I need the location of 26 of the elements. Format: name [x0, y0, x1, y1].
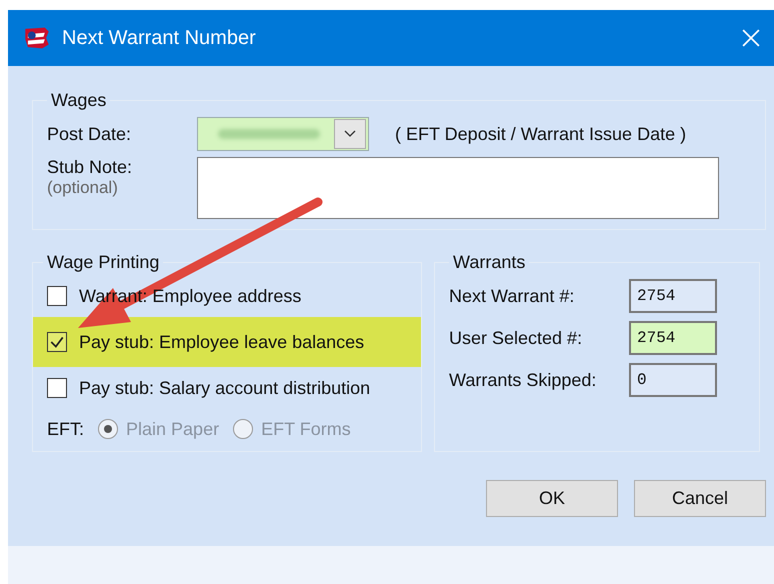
group-title: Wages [50, 90, 108, 111]
field-label: Next Warrant #: [449, 286, 576, 306]
optional-note: (optional) [47, 178, 119, 198]
cancel-button[interactable]: Cancel [634, 480, 766, 517]
number-field[interactable]: 2754 [629, 321, 717, 355]
field-label: User Selected #: [449, 328, 584, 348]
eft-label: EFT: [47, 418, 84, 440]
field-label: Warrants Skipped: [449, 370, 598, 390]
number-field[interactable]: 2754 [629, 279, 717, 313]
stub-note-field[interactable] [197, 157, 719, 219]
group-title: Wage Printing [46, 252, 160, 273]
option-label: Pay stub: Employee leave balances [79, 332, 364, 352]
flag-icon [24, 26, 50, 50]
checkbox[interactable] [47, 378, 67, 398]
close-icon[interactable] [742, 29, 760, 47]
option-label: Pay stub: Salary account distribution [79, 378, 370, 398]
checkbox[interactable] [47, 332, 67, 352]
caret-icon [344, 130, 356, 138]
checkbox[interactable] [47, 286, 67, 306]
hint-text: ( EFT Deposit / Warrant Issue Date ) [395, 124, 686, 144]
ok-button[interactable]: OK [486, 480, 618, 517]
number-field[interactable]: 0 [629, 363, 717, 397]
group-title: Warrants [452, 252, 526, 273]
field-label: Stub Note: [47, 157, 134, 178]
field-label: Post Date: [47, 124, 132, 144]
window-title: Next Warrant Number [62, 26, 257, 50]
